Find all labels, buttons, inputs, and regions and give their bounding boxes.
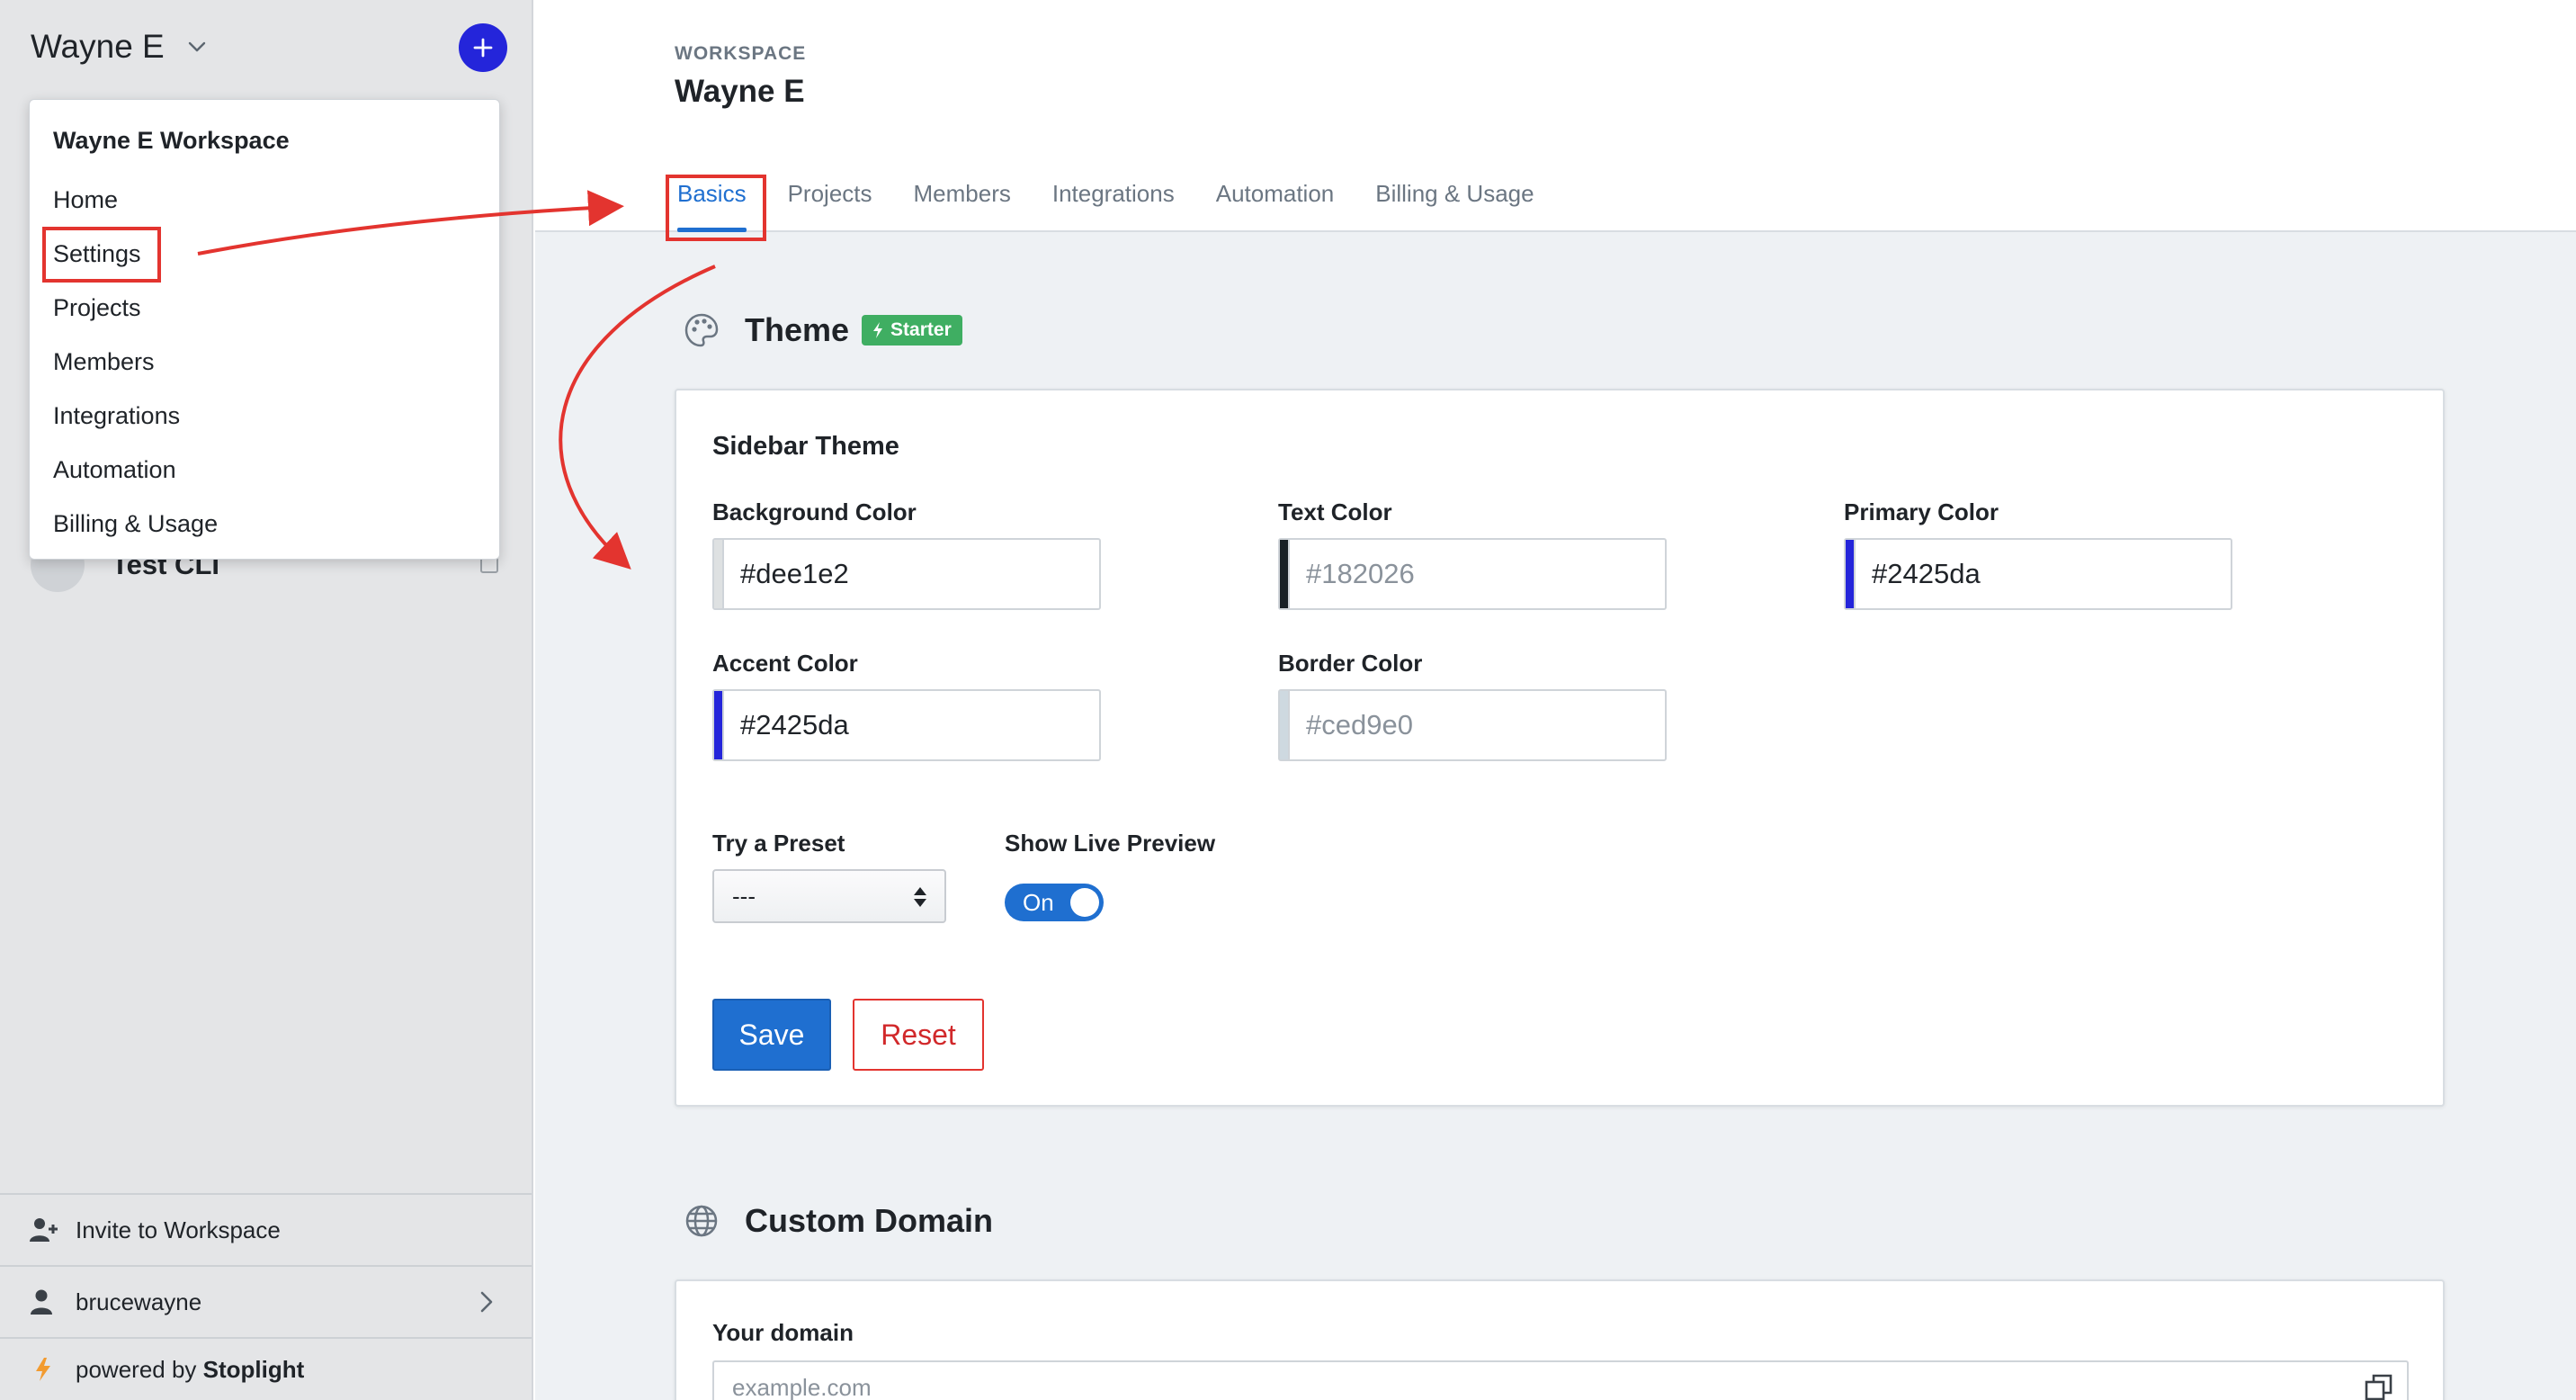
domain-label: Your domain [712, 1319, 854, 1346]
starter-badge: Starter [862, 315, 962, 346]
tab-integrations[interactable]: Integrations [1052, 180, 1175, 232]
page-title: Wayne E [675, 74, 805, 109]
toggle-knob [1070, 888, 1099, 917]
menu-item-members[interactable]: Members [53, 348, 155, 376]
primary-color-swatch[interactable] [1846, 540, 1856, 608]
lightning-icon [873, 322, 883, 338]
sort-arrows-icon [914, 887, 926, 907]
menu-title: Wayne E Workspace [53, 127, 290, 154]
user-icon [31, 1289, 52, 1315]
invite-label: Invite to Workspace [76, 1216, 281, 1243]
custom-domain-card: Your domain [675, 1279, 2445, 1400]
primary-color-label: Primary Color [1844, 498, 1999, 525]
tab-members[interactable]: Members [914, 180, 1011, 232]
add-button[interactable] [459, 23, 507, 72]
custom-domain-section-header: Custom Domain [684, 1202, 993, 1240]
reset-button[interactable]: Reset [853, 999, 984, 1071]
palette-icon [684, 313, 719, 347]
text-color-field [1278, 538, 1667, 610]
live-preview-label: Show Live Preview [1005, 830, 1216, 857]
chevron-right-icon [480, 1291, 493, 1313]
menu-item-home[interactable]: Home [53, 186, 118, 214]
user-plus-icon [30, 1218, 58, 1242]
stoplight-logo-icon [36, 1358, 50, 1381]
preset-select[interactable]: --- [712, 869, 946, 923]
text-color-input[interactable] [1290, 540, 1665, 608]
settings-tabs: Basics Projects Members Integrations Aut… [677, 180, 1576, 232]
background-color-swatch[interactable] [714, 540, 724, 608]
primary-color-input[interactable] [1856, 540, 2231, 608]
menu-item-billing[interactable]: Billing & Usage [53, 510, 218, 538]
live-preview-toggle[interactable]: On [1005, 884, 1104, 921]
domain-field [712, 1360, 2409, 1400]
basics-highlight-box [666, 175, 766, 241]
accent-color-input[interactable] [724, 691, 1099, 759]
text-color-swatch[interactable] [1280, 540, 1290, 608]
settings-highlight-box [42, 227, 161, 283]
border-color-label: Border Color [1278, 650, 1423, 677]
plus-icon [473, 38, 493, 58]
domain-input[interactable] [714, 1373, 2364, 1400]
menu-item-automation[interactable]: Automation [53, 456, 176, 484]
preset-value: --- [732, 882, 756, 910]
username: brucewayne [76, 1288, 202, 1315]
powered-by-link[interactable]: powered by Stoplight [0, 1337, 532, 1400]
theme-section-header: Theme Starter [684, 311, 962, 349]
page-eyebrow: WORKSPACE [675, 43, 807, 64]
page-header: WORKSPACE Wayne E Basics Projects Member… [535, 0, 2576, 241]
sidebar-theme-card: Sidebar Theme Background Color Text Colo… [675, 389, 2445, 1107]
main-content: WORKSPACE Wayne E Basics Projects Member… [535, 0, 2576, 1400]
accent-color-label: Accent Color [712, 650, 858, 677]
border-color-field [1278, 689, 1667, 761]
chevron-down-icon [188, 41, 205, 52]
toggle-state: On [1023, 888, 1054, 916]
workspace-switcher[interactable]: Wayne E [31, 25, 208, 68]
starter-badge-label: Starter [890, 319, 952, 340]
sidebar-footer: Invite to Workspace brucewayne powered b… [0, 1193, 532, 1400]
workspace-dropdown-menu: Wayne E Workspace Home Settings Projects… [29, 99, 500, 560]
background-color-field [712, 538, 1101, 610]
sidebar: Wayne E Test CLI Wayne E Workspace Home … [0, 0, 533, 1400]
copy-icon[interactable] [2364, 1372, 2394, 1400]
text-color-label: Text Color [1278, 498, 1392, 525]
menu-item-integrations[interactable]: Integrations [53, 402, 180, 430]
custom-domain-title: Custom Domain [745, 1202, 994, 1239]
powered-by-brand: Stoplight [202, 1355, 305, 1383]
workspace-name: Wayne E [31, 28, 165, 65]
tab-billing[interactable]: Billing & Usage [1375, 180, 1534, 232]
border-color-input[interactable] [1290, 691, 1665, 759]
user-menu-button[interactable]: brucewayne [0, 1265, 532, 1337]
invite-to-workspace-button[interactable]: Invite to Workspace [0, 1193, 532, 1265]
powered-by-prefix: powered by [76, 1355, 197, 1383]
tab-projects[interactable]: Projects [788, 180, 872, 232]
preset-label: Try a Preset [712, 830, 845, 857]
tab-automation[interactable]: Automation [1216, 180, 1335, 232]
background-color-input[interactable] [724, 540, 1099, 608]
theme-title: Theme [745, 311, 850, 348]
border-color-swatch[interactable] [1280, 691, 1290, 759]
accent-color-field [712, 689, 1101, 761]
menu-item-projects[interactable]: Projects [53, 294, 141, 322]
card-title: Sidebar Theme [712, 432, 899, 461]
globe-icon [685, 1205, 718, 1237]
accent-color-swatch[interactable] [714, 691, 724, 759]
background-color-label: Background Color [712, 498, 917, 525]
primary-color-field [1844, 538, 2232, 610]
save-button[interactable]: Save [712, 999, 831, 1071]
